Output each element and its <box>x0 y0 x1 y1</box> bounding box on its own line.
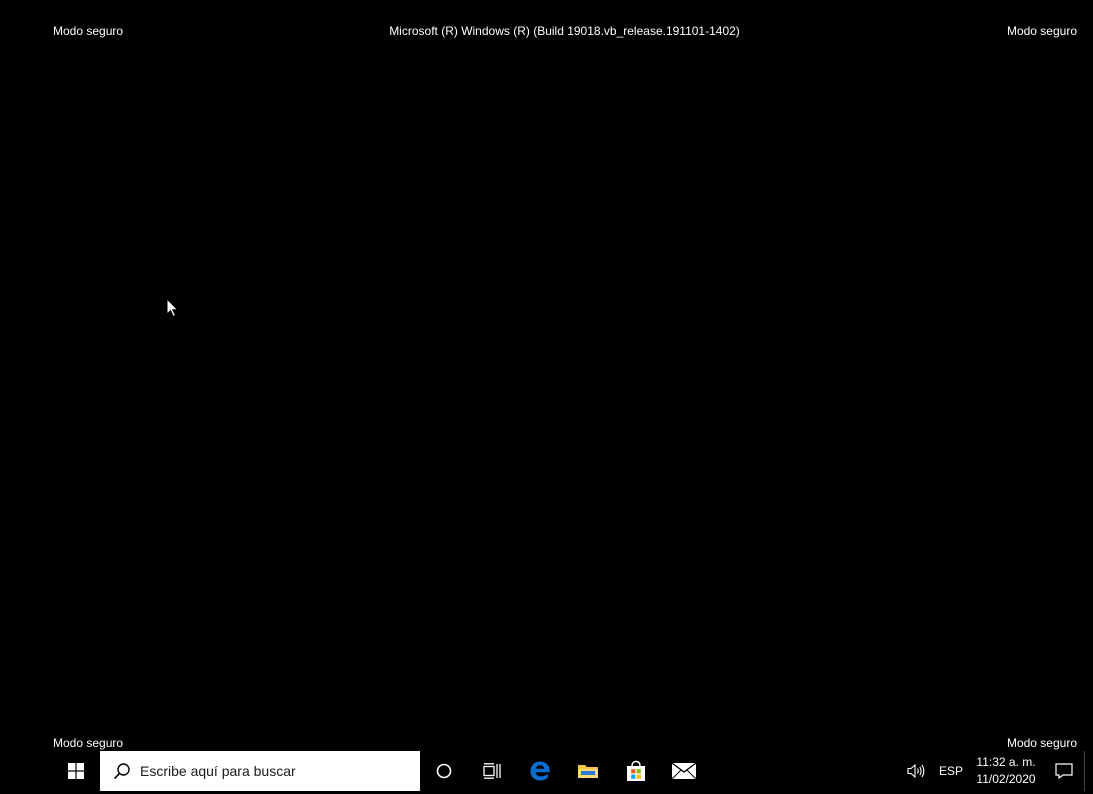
start-button[interactable] <box>52 751 100 791</box>
system-tray: ESP 11:32 a. m. 11/02/2020 <box>898 751 1093 791</box>
taskbar: ESP 11:32 a. m. 11/02/2020 <box>52 751 1093 791</box>
cortana-circle-icon <box>436 763 452 779</box>
search-icon <box>112 761 132 781</box>
mail-icon <box>671 762 697 780</box>
clock-date: 11/02/2020 <box>976 772 1036 786</box>
input-language-indicator[interactable]: ESP <box>934 751 968 791</box>
store-button[interactable] <box>612 751 660 791</box>
folder-icon <box>578 765 598 778</box>
task-view-button[interactable] <box>468 751 516 791</box>
search-box[interactable] <box>100 751 420 791</box>
cortana-button[interactable] <box>420 751 468 791</box>
speaker-icon <box>907 764 925 778</box>
search-input[interactable] <box>140 763 410 779</box>
mail-button[interactable] <box>660 751 708 791</box>
file-explorer-button[interactable] <box>564 751 612 791</box>
safe-mode-label-bottom-left: Modo seguro <box>53 736 124 750</box>
safe-mode-label-bottom-right: Modo seguro <box>1006 736 1077 750</box>
clock-time: 11:32 a. m. <box>976 755 1036 769</box>
edge-icon <box>530 761 550 781</box>
safe-mode-label-top-right: Modo seguro <box>1006 24 1077 38</box>
task-view-icon <box>483 763 501 779</box>
desktop[interactable]: Modo seguro Microsoft (R) Windows (R) (B… <box>0 0 1093 794</box>
edge-button[interactable] <box>516 751 564 791</box>
action-center-button[interactable] <box>1044 751 1084 791</box>
volume-button[interactable] <box>898 751 934 791</box>
action-center-icon <box>1055 763 1073 779</box>
show-desktop-button[interactable] <box>1084 751 1093 791</box>
mouse-pointer-icon <box>166 298 179 318</box>
windows-logo-icon <box>68 763 84 779</box>
clock[interactable]: 11:32 a. m. 11/02/2020 <box>968 751 1044 791</box>
store-bag-icon <box>627 760 645 781</box>
build-string: Microsoft (R) Windows (R) (Build 19018.v… <box>389 24 740 38</box>
